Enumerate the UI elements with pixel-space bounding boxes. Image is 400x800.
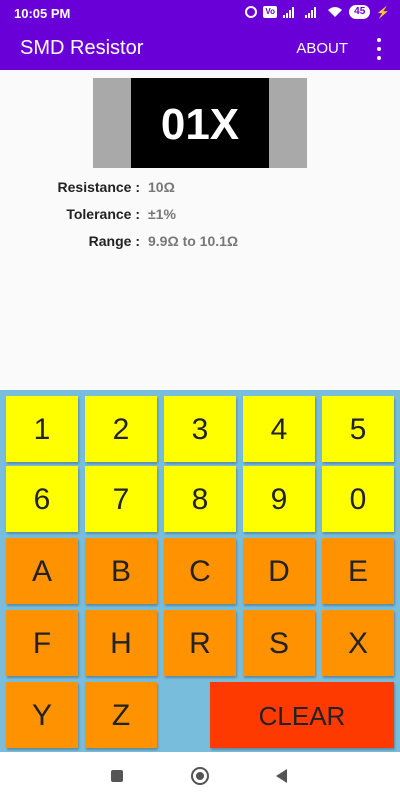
tolerance-label: Tolerance : <box>66 206 140 222</box>
about-button[interactable]: ABOUT <box>296 40 348 57</box>
resistance-value: 10Ω <box>148 179 175 195</box>
app-title: SMD Resistor <box>20 37 144 59</box>
key-b[interactable]: B <box>85 538 157 604</box>
resistance-row: Resistance : 10Ω <box>0 179 400 201</box>
clear-button[interactable]: CLEAR <box>210 682 394 748</box>
range-label: Range : <box>88 233 140 249</box>
key-x[interactable]: X <box>322 610 394 676</box>
key-c[interactable]: C <box>164 538 236 604</box>
volte-icon: Vo <box>263 6 278 18</box>
key-9[interactable]: 9 <box>243 466 315 532</box>
key-y[interactable]: Y <box>6 682 78 748</box>
key-h[interactable]: H <box>85 610 157 676</box>
status-bar: 10:05 PM Vo 45 ⚡ <box>0 0 400 28</box>
key-7[interactable]: 7 <box>85 466 157 532</box>
key-1[interactable]: 1 <box>6 396 78 462</box>
keypad: 1 2 3 4 5 6 7 8 9 0 A B C D E F H R S X … <box>0 390 400 752</box>
key-2[interactable]: 2 <box>85 396 157 462</box>
key-s[interactable]: S <box>243 610 315 676</box>
key-a[interactable]: A <box>6 538 78 604</box>
home-icon[interactable] <box>191 767 209 785</box>
tolerance-value: ±1% <box>148 206 176 222</box>
more-vert-icon[interactable] <box>376 38 382 60</box>
signal-icon <box>305 6 321 18</box>
charging-icon: ⚡ <box>376 6 390 19</box>
key-8[interactable]: 8 <box>164 466 236 532</box>
status-icons: Vo 45 ⚡ <box>245 5 390 19</box>
alarm-icon <box>245 6 258 18</box>
wifi-icon <box>328 7 343 17</box>
status-time: 10:05 PM <box>14 6 71 21</box>
key-4[interactable]: 4 <box>243 396 315 462</box>
key-f[interactable]: F <box>6 610 78 676</box>
resistor-code: 01X <box>131 78 269 168</box>
key-d[interactable]: D <box>243 538 315 604</box>
system-nav-bar <box>0 752 400 800</box>
recents-icon[interactable] <box>111 770 123 782</box>
back-icon[interactable] <box>276 769 287 783</box>
app-bar: SMD Resistor ABOUT <box>0 28 400 70</box>
key-z[interactable]: Z <box>85 682 157 748</box>
tolerance-row: Tolerance : ±1% <box>0 206 400 228</box>
key-6[interactable]: 6 <box>6 466 78 532</box>
key-r[interactable]: R <box>164 610 236 676</box>
key-e[interactable]: E <box>322 538 394 604</box>
signal-icon <box>283 6 299 18</box>
key-0[interactable]: 0 <box>322 466 394 532</box>
resistor-graphic: 01X <box>93 78 307 168</box>
range-row: Range : 9.9Ω to 10.1Ω <box>0 233 400 255</box>
resistance-label: Resistance : <box>57 179 140 195</box>
range-value: 9.9Ω to 10.1Ω <box>148 233 239 249</box>
result-panel: 01X Resistance : 10Ω Tolerance : ±1% Ran… <box>0 70 400 390</box>
key-3[interactable]: 3 <box>164 396 236 462</box>
battery-icon: 45 <box>349 5 371 19</box>
key-5[interactable]: 5 <box>322 396 394 462</box>
